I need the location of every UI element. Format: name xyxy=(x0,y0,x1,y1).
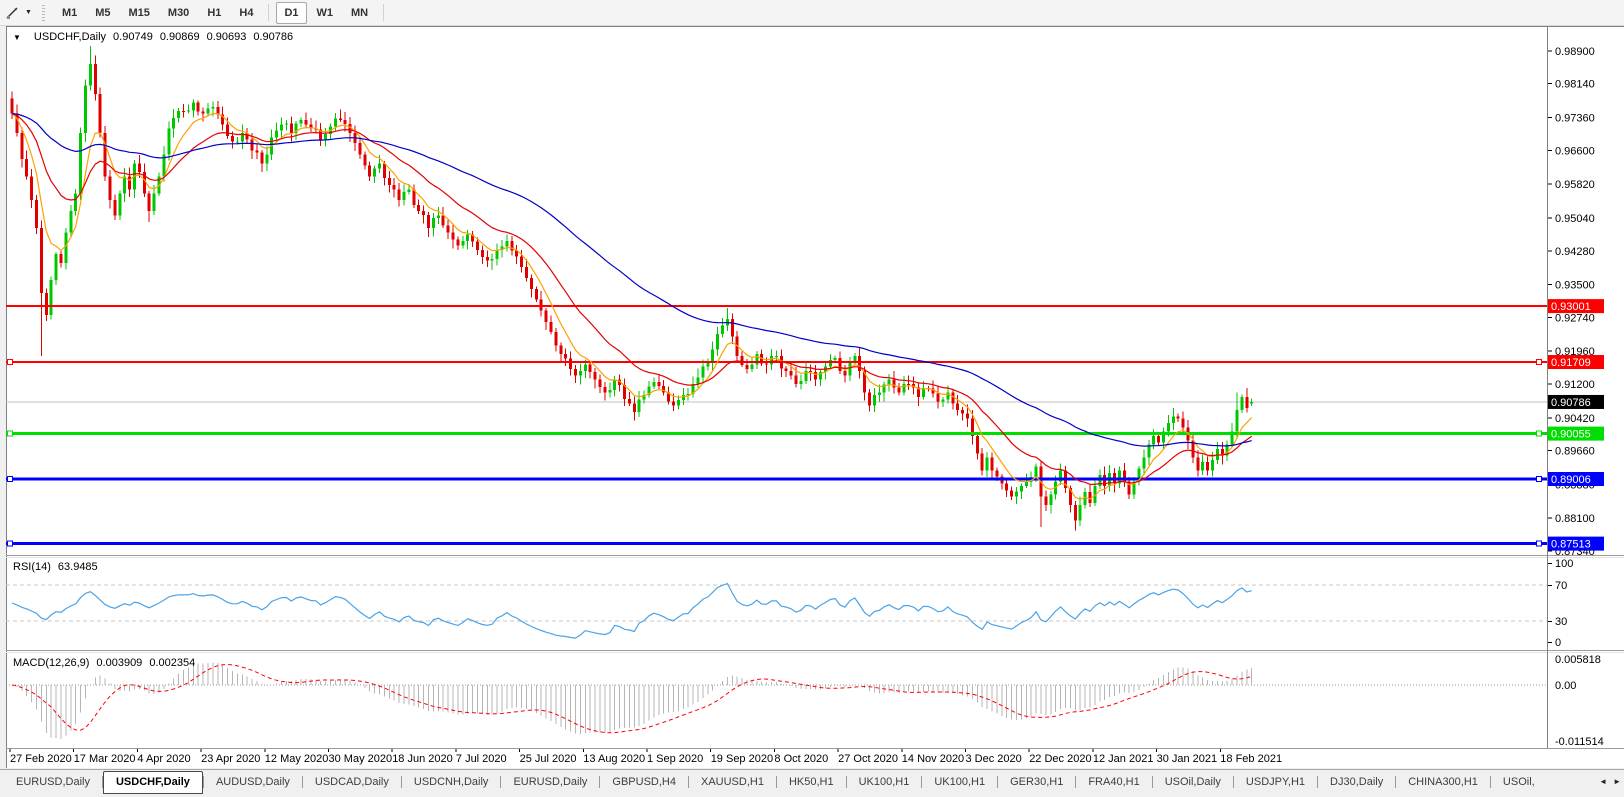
macd-axis-label: -0.011514 xyxy=(1555,736,1604,748)
rsi-indicator-label: RSI(14) 63.9485 xyxy=(13,561,98,573)
macd-name: MACD(12,26,9) xyxy=(13,657,90,669)
macd-axis-label: 0.005818 xyxy=(1555,654,1601,666)
tab-scroll-right-icon[interactable]: ► xyxy=(1613,776,1621,788)
rsi-name: RSI(14) xyxy=(13,561,51,573)
chart-tab-china300-h1[interactable]: CHINA300,H1 xyxy=(1396,771,1490,793)
tab-scroll-left-icon[interactable]: ◄ xyxy=(1599,776,1607,788)
chart-tab-hk50-h1[interactable]: HK50,H1 xyxy=(777,771,846,793)
price-axis-label: 0.95040 xyxy=(1555,213,1595,225)
chart-tab-usdcad-daily[interactable]: USDCAD,Daily xyxy=(303,771,401,793)
rsi-axis-label: 30 xyxy=(1555,616,1567,628)
date-axis-label: 18 Feb 2021 xyxy=(1220,753,1282,765)
macd-indicator-label: MACD(12,26,9) 0.003909 0.002354 xyxy=(13,657,195,669)
chart-tab-bar: EURUSD,Daily USDCHF,Daily AUDUSD,Daily USDC… xyxy=(0,769,1624,797)
rsi-axis-label: 0 xyxy=(1555,637,1561,649)
price-badge-value: 0.93001 xyxy=(1551,301,1591,313)
chart-tab-eurusd-daily[interactable]: EURUSD,Daily xyxy=(4,771,102,793)
chart-symbol: USDCHF,Daily xyxy=(33,31,107,43)
quote-high: 0.90869 xyxy=(159,31,200,43)
date-axis-label: 22 Dec 2020 xyxy=(1029,753,1091,765)
chart-title: ▼ USDCHF,Daily 0.90749 0.90869 0.90693 0… xyxy=(13,31,293,43)
chart-tab-usdcnh-daily[interactable]: USDCNH,Daily xyxy=(402,771,501,793)
date-axis-label: 3 Dec 2020 xyxy=(966,753,1022,765)
chart-tab-usoil-daily[interactable]: USOil,Daily xyxy=(1153,771,1233,793)
price-axis-label: 0.96600 xyxy=(1555,145,1595,157)
date-axis-label: 30 May 2020 xyxy=(329,753,393,765)
date-axis-label: 1 Sep 2020 xyxy=(647,753,703,765)
price-badge-value: 0.87513 xyxy=(1551,539,1591,551)
chart-tab-eurusd-daily[interactable]: EURUSD,Daily xyxy=(501,771,599,793)
chart-canvas[interactable]: 0.98900 0.98140 0.97360 0.96600 0.95820 0.950… xyxy=(0,26,1624,769)
price-axis-label: 0.88100 xyxy=(1555,513,1595,525)
symbol-dropdown-icon[interactable]: ▼ xyxy=(13,33,21,42)
chart-tab-uk100-h1[interactable]: UK100,H1 xyxy=(847,771,922,793)
chart-tab-dj30-daily[interactable]: DJ30,Daily xyxy=(1318,771,1395,793)
hline-handle[interactable] xyxy=(7,476,13,483)
date-axis-label: 8 Oct 2020 xyxy=(774,753,828,765)
rsi-value: 63.9485 xyxy=(57,561,98,573)
rsi-axis-label: 100 xyxy=(1555,558,1573,570)
hline-handle[interactable] xyxy=(1536,540,1542,547)
price-badge-value: 0.91709 xyxy=(1551,357,1591,369)
date-axis-label: 30 Jan 2021 xyxy=(1157,753,1218,765)
hline-handle[interactable] xyxy=(1536,359,1542,366)
chart-tab-audusd-daily[interactable]: AUDUSD,Daily xyxy=(204,771,302,793)
macd-axis-label: 0.00 xyxy=(1555,680,1576,692)
hline-handle[interactable] xyxy=(7,430,13,437)
price-axis-label: 0.93500 xyxy=(1555,280,1595,292)
quote-close: 0.90786 xyxy=(253,31,294,43)
date-axis-label: 14 Nov 2020 xyxy=(902,753,964,765)
price-badge-value: 0.90786 xyxy=(1551,397,1591,409)
price-badge-value: 0.90055 xyxy=(1551,429,1591,441)
hline-handle[interactable] xyxy=(1536,476,1542,483)
hline-handle[interactable] xyxy=(7,540,13,547)
macd-main-value: 0.003909 xyxy=(96,657,143,669)
chart-tab-gbpusd-h4[interactable]: GBPUSD,H4 xyxy=(600,771,688,793)
date-axis-label: 23 Apr 2020 xyxy=(201,753,260,765)
date-axis-label: 18 Jun 2020 xyxy=(392,753,453,765)
date-axis-label: 27 Oct 2020 xyxy=(838,753,898,765)
date-axis-label: 19 Sep 2020 xyxy=(711,753,773,765)
macd-signal-value: 0.002354 xyxy=(149,657,196,669)
chart-tab-usdchf-daily[interactable]: USDCHF,Daily xyxy=(102,771,203,794)
date-axis-label: 12 May 2020 xyxy=(265,753,329,765)
hline-handle[interactable] xyxy=(1536,430,1542,437)
chart-tab-xauusd-h1[interactable]: XAUUSD,H1 xyxy=(689,771,776,793)
date-axis-label: 13 Aug 2020 xyxy=(583,753,645,765)
date-axis-label: 17 Mar 2020 xyxy=(74,753,136,765)
date-axis-label: 7 Jul 2020 xyxy=(456,753,507,765)
chart-tab-ger30-h1[interactable]: GER30,H1 xyxy=(998,771,1075,793)
rsi-axis-label: 70 xyxy=(1555,580,1567,592)
date-axis-label: 12 Jan 2021 xyxy=(1093,753,1154,765)
price-axis-label: 0.94280 xyxy=(1555,246,1595,258)
date-axis-label: 4 Apr 2020 xyxy=(137,753,190,765)
price-axis-label: 0.95820 xyxy=(1555,179,1595,191)
price-axis-label: 0.89660 xyxy=(1555,446,1595,458)
price-axis-label: 0.97360 xyxy=(1555,112,1595,124)
quote-open: 0.90749 xyxy=(113,31,153,43)
price-axis-label: 0.98900 xyxy=(1555,46,1595,58)
price-axis-label: 0.90420 xyxy=(1555,413,1595,425)
chart-tab-usdjpy-h1[interactable]: USDJPY,H1 xyxy=(1234,771,1317,793)
chart-tab-usoil-[interactable]: USOil, xyxy=(1491,771,1547,793)
price-axis-label: 0.91200 xyxy=(1555,379,1595,391)
date-axis-label: 27 Feb 2020 xyxy=(10,753,72,765)
chart-window: 0.98900 0.98140 0.97360 0.96600 0.95820 0.950… xyxy=(0,0,1624,797)
date-axis-label: 25 Jul 2020 xyxy=(520,753,577,765)
price-axis-label: 0.98140 xyxy=(1555,79,1595,91)
quote-low: 0.90693 xyxy=(206,31,247,43)
chart-tab-uk100-h1[interactable]: UK100,H1 xyxy=(922,771,997,793)
chart-tab-fra40-h1[interactable]: FRA40,H1 xyxy=(1076,771,1151,793)
hline-handle[interactable] xyxy=(7,359,13,366)
price-badge-value: 0.89006 xyxy=(1551,474,1591,486)
price-axis-label: 0.92740 xyxy=(1555,312,1595,324)
